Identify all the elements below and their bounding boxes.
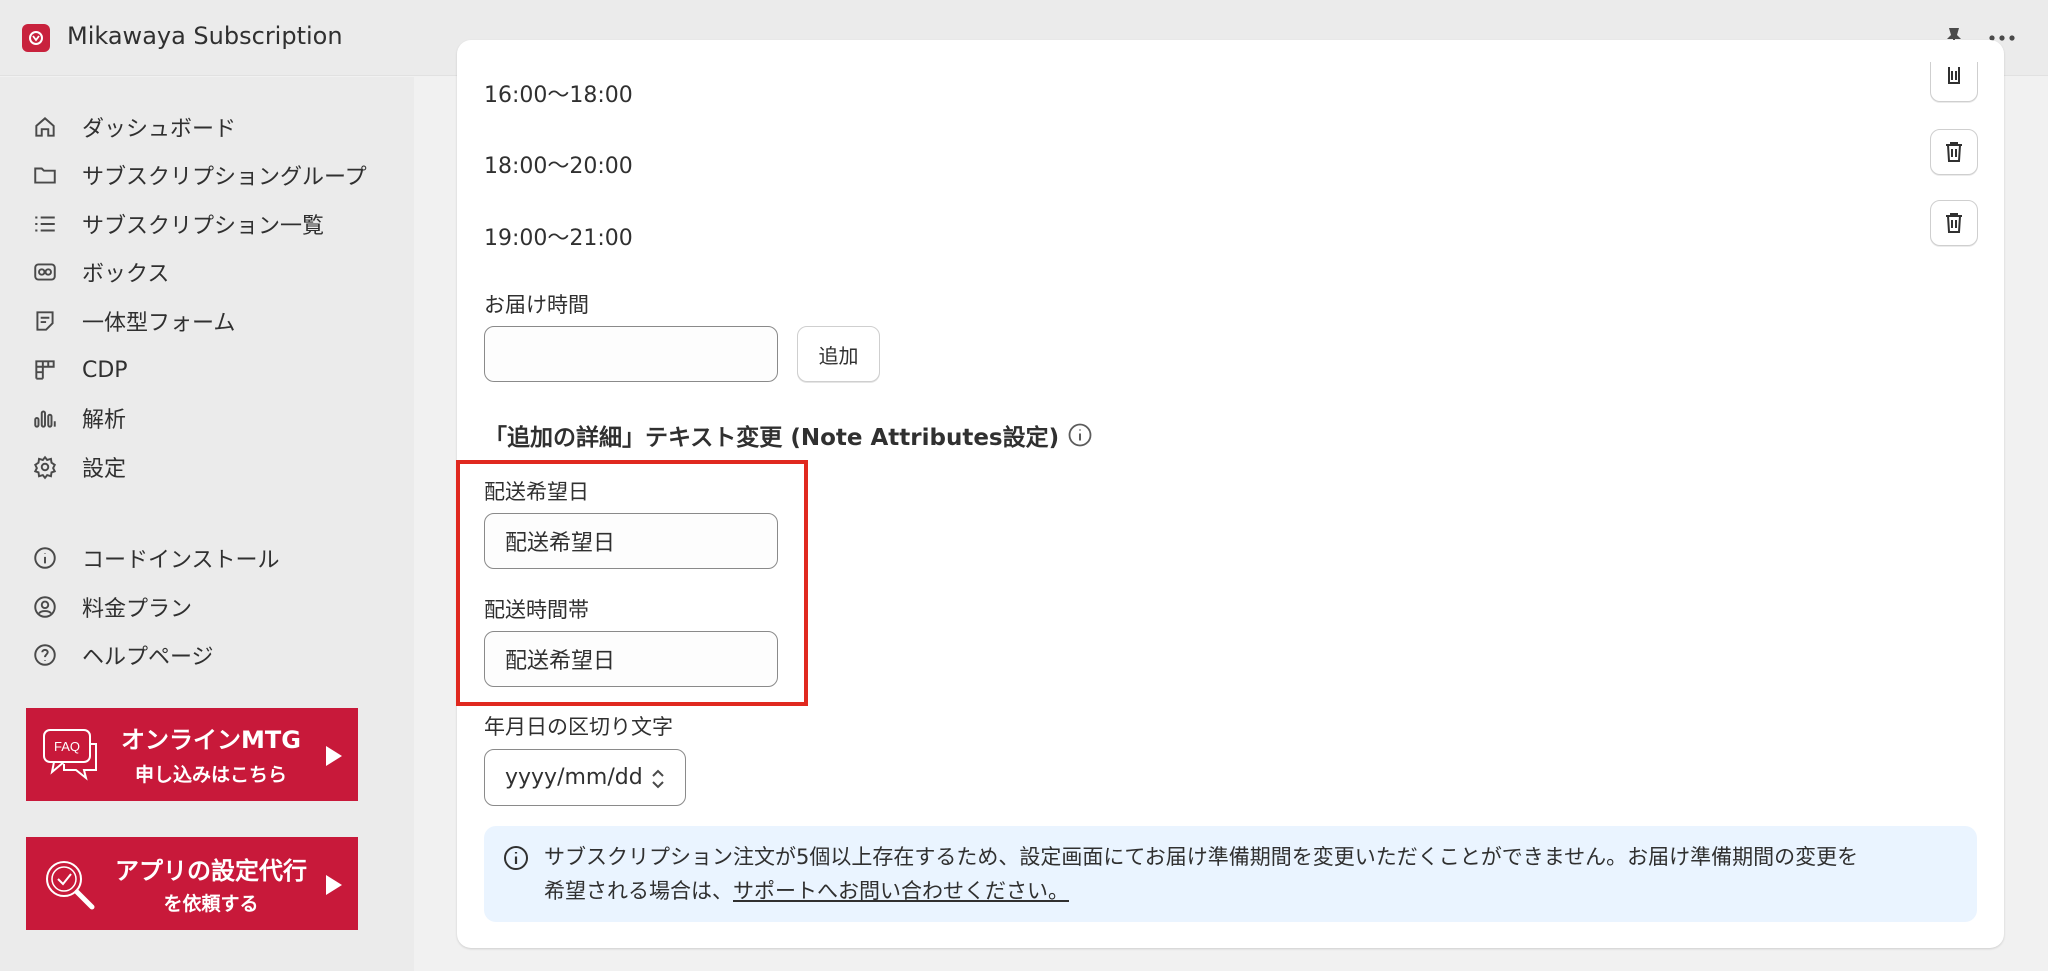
contact-support-link[interactable]: サポートへお問い合わせください。 [733, 879, 1069, 903]
delivery-time-input[interactable] [484, 326, 778, 382]
faq-chat-icon: FAQ [43, 729, 97, 781]
sidebar-item-label: CDP [82, 357, 128, 383]
trash-icon [1946, 142, 1962, 162]
list-icon [30, 209, 60, 239]
banner-subtitle: を依頼する [163, 893, 259, 915]
help-icon [30, 640, 60, 670]
notice-line: 希望される場合は、 [544, 879, 733, 903]
home-icon [30, 112, 60, 142]
sidebar-item-label: 解析 [82, 408, 127, 433]
notice-text: サブスクリプション注文が5個以上存在するため、設定画面にてお届け準備期間を変更い… [544, 840, 1964, 908]
info-icon[interactable] [1067, 422, 1093, 448]
sidebar-item-label: 一体型フォーム [82, 311, 236, 336]
sidebar-item-box[interactable]: ボックス [30, 252, 400, 292]
sidebar-item-form[interactable]: 一体型フォーム [30, 301, 400, 341]
folder-icon [30, 160, 60, 190]
date-separator-label: 年月日の区切り文字 [484, 715, 673, 739]
banner-title: オンラインMTG [121, 726, 301, 754]
time-slot: 19:00〜21:00 [484, 226, 633, 251]
sidebar-item-label: サブスクリプション一覧 [82, 214, 325, 239]
sidebar-item-label: コードインストール [82, 548, 280, 573]
form-icon [30, 306, 60, 336]
chevron-updown-icon [652, 769, 664, 789]
setup-service-banner[interactable]: アプリの設定代行 を依頼する [26, 837, 358, 930]
section-title: 「追加の詳細」テキスト変更 (Note Attributes設定) [484, 425, 1060, 451]
delete-time-slot-button[interactable] [1930, 62, 1978, 102]
add-time-button[interactable]: 追加 [797, 326, 880, 382]
date-separator-select[interactable]: yyyy/mm/dd [484, 749, 686, 806]
play-arrow-icon [326, 875, 342, 895]
sidebar-item-label: 設定 [82, 457, 127, 482]
sidebar-item-subscription-groups[interactable]: サブスクリプショングループ [30, 155, 400, 195]
notice-line: サブスクリプション注文が5個以上存在するため、設定画面にてお届け準備期間を変更い… [544, 845, 1859, 869]
user-circle-icon [30, 592, 60, 622]
select-value: yyyy/mm/dd [505, 765, 643, 790]
sidebar-item-settings[interactable]: 設定 [30, 447, 400, 487]
sidebar-item-code-install[interactable]: コードインストール [30, 538, 400, 578]
banner-subtitle: 申し込みはこちら [134, 764, 287, 786]
note-attributes-heading: 「追加の詳細」テキスト変更 (Note Attributes設定) [484, 418, 1093, 452]
sidebar-item-pricing[interactable]: 料金プラン [30, 587, 400, 627]
delivery-date-label: 配送希望日 [484, 480, 589, 504]
sidebar-item-cdp[interactable]: CDP [30, 350, 400, 390]
delete-time-slot-button[interactable] [1930, 129, 1978, 175]
delivery-time-label: お届け時間 [484, 293, 589, 317]
sidebar-item-label: ヘルプページ [82, 645, 214, 670]
trash-icon [1948, 66, 1960, 84]
delivery-timeslot-input[interactable] [484, 631, 778, 687]
delivery-date-input[interactable] [484, 513, 778, 569]
app-logo-icon [22, 24, 50, 52]
time-slot: 18:00〜20:00 [484, 154, 633, 179]
play-arrow-icon [326, 746, 342, 766]
info-notice: サブスクリプション注文が5個以上存在するため、設定画面にてお届け準備期間を変更い… [484, 826, 1977, 922]
sidebar-item-dashboard[interactable]: ダッシュボード [30, 107, 400, 147]
trash-icon [1946, 213, 1962, 233]
sidebar-item-label: 料金プラン [82, 597, 193, 622]
svg-text:FAQ: FAQ [54, 739, 80, 754]
sidebar-item-subscription-list[interactable]: サブスクリプション一覧 [30, 204, 400, 244]
delete-time-slot-button[interactable] [1930, 200, 1978, 246]
online-mtg-banner[interactable]: FAQ オンラインMTG 申し込みはこちら [26, 708, 358, 801]
box-icon [30, 257, 60, 287]
time-slot: 16:00〜18:00 [484, 83, 633, 108]
sidebar-item-label: サブスクリプショングループ [82, 165, 367, 190]
info-icon [30, 543, 60, 573]
sidebar-item-label: ボックス [82, 262, 170, 287]
grid-icon [30, 355, 60, 385]
sidebar-item-analytics[interactable]: 解析 [30, 398, 400, 438]
magnifier-check-icon [46, 861, 95, 910]
gear-icon [30, 452, 60, 482]
bar-chart-icon [30, 403, 60, 433]
banner-title: アプリの設定代行 [115, 857, 307, 885]
sidebar-item-label: ダッシュボード [82, 117, 237, 142]
info-icon [504, 846, 528, 870]
app-title: Mikawaya Subscription [67, 22, 343, 50]
delivery-timeslot-label: 配送時間帯 [484, 598, 589, 622]
sidebar-item-help[interactable]: ヘルプページ [30, 635, 400, 675]
